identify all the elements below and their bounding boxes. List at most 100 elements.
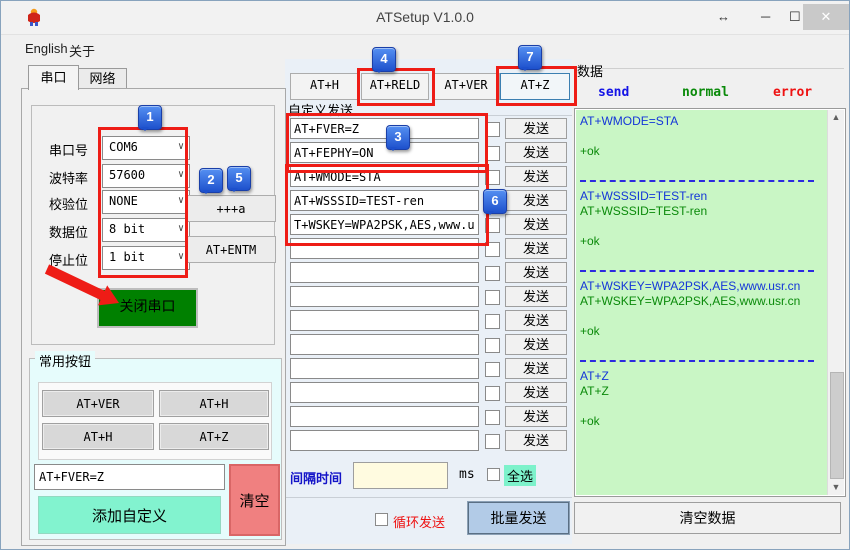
log-blank-line [580, 129, 824, 144]
annotation-badge-6: 6 [483, 189, 507, 214]
send-button[interactable]: 发送 [505, 286, 567, 307]
escape-sequence-button[interactable]: +++a [186, 195, 276, 222]
log-blank-line [580, 249, 824, 264]
tab-network[interactable]: 网络 [78, 68, 127, 90]
common-button-at-h-1[interactable]: AT+H [159, 390, 269, 417]
menu-item-english[interactable]: English [25, 41, 68, 56]
minimize-icon[interactable]: ─ [761, 9, 770, 24]
custom-command-input[interactable] [290, 382, 479, 403]
custom-send-row: 发送 [290, 358, 570, 382]
annotation-box [285, 164, 489, 246]
annotation-box [496, 66, 577, 106]
clear-data-button[interactable]: 清空数据 [574, 502, 841, 534]
send-button[interactable]: 发送 [505, 166, 567, 187]
scrollbar-thumb[interactable] [830, 372, 844, 479]
send-button[interactable]: 发送 [505, 238, 567, 259]
custom-command-input[interactable] [290, 358, 479, 379]
custom-command-input[interactable] [290, 334, 479, 355]
annotation-badge-2: 2 [199, 168, 223, 193]
row-checkbox[interactable] [485, 290, 500, 305]
custom-send-row: 发送 [290, 334, 570, 358]
log-separator [580, 354, 824, 369]
common-button-at-z[interactable]: AT+Z [159, 423, 269, 450]
send-button[interactable]: 发送 [505, 142, 567, 163]
interval-label: 间隔时间 [290, 468, 342, 487]
custom-command-input[interactable] [290, 286, 479, 307]
custom-send-row: 发送 [290, 286, 570, 310]
batch-send-button[interactable]: 批量发送 [468, 502, 569, 534]
legend-send: send [598, 85, 629, 100]
send-button[interactable]: 发送 [505, 430, 567, 451]
common-buttons-title: 常用按钮 [35, 351, 95, 370]
annotation-badge-1: 1 [138, 105, 162, 130]
log-line: +ok [580, 144, 824, 159]
send-button[interactable]: 发送 [505, 214, 567, 235]
annotation-badge-5: 5 [227, 166, 251, 191]
row-checkbox[interactable] [485, 410, 500, 425]
maximize-icon[interactable]: ☐ [789, 9, 801, 25]
custom-command-input[interactable] [290, 430, 479, 451]
send-button[interactable]: 发送 [505, 358, 567, 379]
custom-command-input[interactable] [290, 262, 479, 283]
common-button-at-ver[interactable]: AT+VER [42, 390, 154, 417]
custom-send-row: 发送 [290, 382, 570, 406]
tab-serial[interactable]: 串口 [28, 65, 79, 90]
quick-button-at-h[interactable]: AT+H [290, 73, 359, 100]
custom-send-row: 发送 [290, 310, 570, 334]
clear-input-button[interactable]: 清空 [229, 464, 280, 536]
divider [601, 68, 844, 69]
menu-item-about[interactable]: 关于 [69, 41, 95, 60]
log-line: +ok [580, 234, 824, 249]
log-line: AT+WMODE=STA [580, 114, 824, 129]
row-checkbox[interactable] [485, 338, 500, 353]
close-icon[interactable]: ✕ [803, 4, 849, 30]
data-log-area[interactable]: AT+WMODE=STA+okAT+WSSSID=TEST-renAT+WSSS… [576, 110, 828, 495]
scroll-up-icon[interactable]: ▲ [828, 110, 844, 125]
custom-command-input[interactable] [290, 406, 479, 427]
field-label-baud: 波特率 [49, 168, 88, 187]
custom-command-input[interactable] [290, 310, 479, 331]
row-checkbox[interactable] [485, 386, 500, 401]
common-button-at-h-2[interactable]: AT+H [42, 423, 154, 450]
row-checkbox[interactable] [485, 362, 500, 377]
row-checkbox[interactable] [485, 266, 500, 281]
log-line: +ok [580, 324, 824, 339]
data-panel-title: 数据 [577, 61, 603, 80]
loop-send-label: 循环发送 [393, 512, 445, 531]
custom-send-row: 发送 [290, 406, 570, 430]
annotation-badge-4: 4 [372, 47, 396, 72]
add-custom-button[interactable]: 添加自定义 [38, 496, 221, 534]
log-blank-line [580, 339, 824, 354]
send-button[interactable]: 发送 [505, 406, 567, 427]
loop-send-checkbox[interactable] [375, 513, 388, 526]
log-scrollbar[interactable]: ▲ ▼ [827, 110, 844, 495]
quick-button-at-ver[interactable]: AT+VER [432, 73, 500, 100]
log-line: AT+Z [580, 384, 824, 399]
legend-error: error [773, 85, 812, 100]
row-checkbox[interactable] [485, 314, 500, 329]
close-serial-button[interactable]: 关闭串口 [97, 288, 198, 328]
send-button[interactable]: 发送 [505, 190, 567, 211]
send-button[interactable]: 发送 [505, 382, 567, 403]
select-all-checkbox[interactable] [487, 468, 500, 481]
interval-input[interactable] [353, 462, 448, 489]
log-blank-line [580, 219, 824, 234]
scroll-down-icon[interactable]: ▼ [828, 480, 844, 495]
custom-send-row: 发送 [290, 430, 570, 454]
title-bar: ATSetup V1.0.0 ↔ ─ ☐ ✕ [1, 1, 849, 35]
send-button[interactable]: 发送 [505, 118, 567, 139]
entm-button[interactable]: AT+ENTM [186, 236, 276, 263]
select-all-label: 全选 [504, 465, 536, 486]
log-line: AT+WSSSID=TEST-ren [580, 189, 824, 204]
send-button[interactable]: 发送 [505, 334, 567, 355]
log-line: +ok [580, 414, 824, 429]
field-label-parity: 校验位 [49, 194, 88, 213]
custom-send-row: 发送 [290, 262, 570, 286]
custom-command-field[interactable] [34, 464, 225, 490]
send-button[interactable]: 发送 [505, 262, 567, 283]
annotation-badge-7: 7 [518, 45, 542, 70]
resize-icon[interactable]: ↔ [717, 9, 730, 24]
send-button[interactable]: 发送 [505, 310, 567, 331]
data-log: AT+WMODE=STA+okAT+WSSSID=TEST-renAT+WSSS… [580, 114, 824, 429]
row-checkbox[interactable] [485, 434, 500, 449]
